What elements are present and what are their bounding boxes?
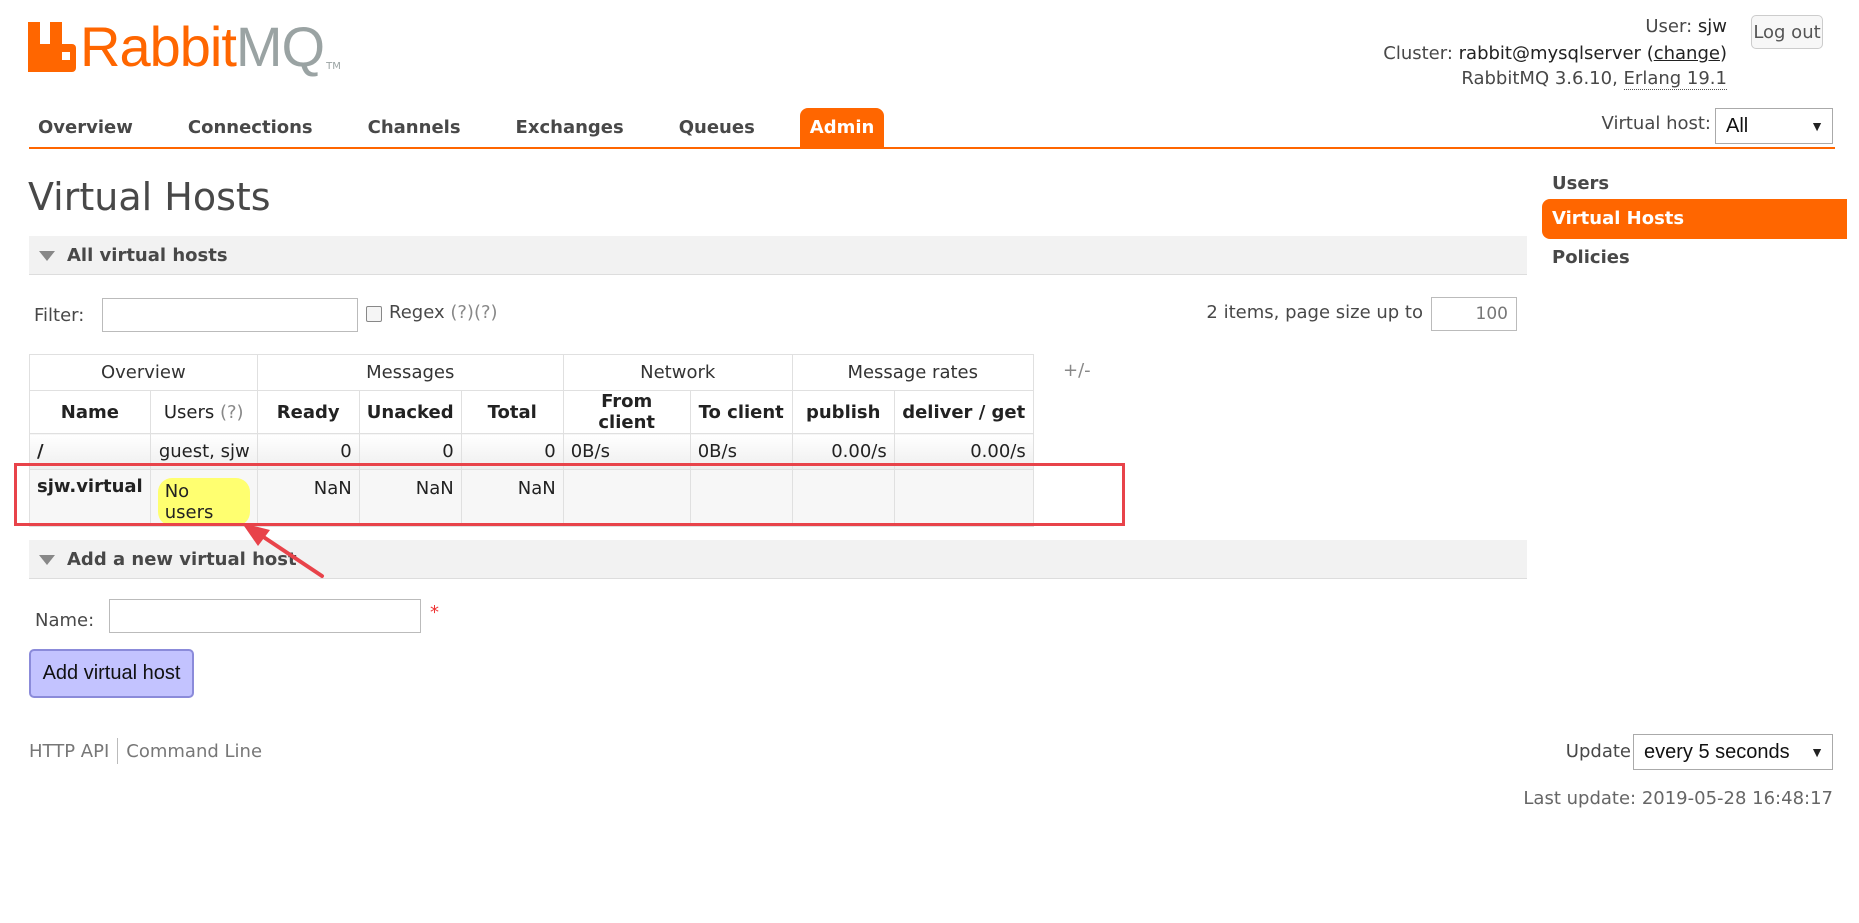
column-header-unacked[interactable]: Unacked [358, 390, 462, 434]
tab-queues[interactable]: Queues [669, 108, 765, 148]
column-header-users[interactable]: Users (?) [149, 390, 258, 434]
version-info: RabbitMQ 3.6.10, Erlang 19.1 [1461, 68, 1727, 90]
column-header-name[interactable]: Name [29, 390, 151, 434]
footer-divider [117, 738, 119, 764]
virtual-host-label: Virtual host: [1601, 113, 1711, 134]
cluster-info: Cluster: rabbit@mysqlserver (change) [1383, 43, 1727, 64]
tab-overview[interactable]: Overview [28, 108, 143, 148]
column-header-ready[interactable]: Ready [256, 390, 360, 434]
logout-button[interactable]: Log out [1751, 15, 1823, 49]
logo-text: RabbitMQ [80, 15, 325, 78]
regex-checkbox[interactable] [366, 306, 382, 322]
column-header-publish[interactable]: publish [791, 390, 895, 434]
command-line-link[interactable]: Command Line [126, 741, 262, 762]
group-header-overview: Overview [29, 354, 258, 391]
group-header-network: Network [562, 354, 793, 391]
tab-admin[interactable]: Admin [799, 108, 885, 148]
add-virtual-host-button[interactable]: Add virtual host [29, 649, 194, 698]
virtual-host-selected: All [1726, 114, 1749, 137]
sidebar-item-policies[interactable]: Policies [1542, 238, 1847, 278]
rabbit-logo-icon [28, 22, 76, 72]
http-api-link[interactable]: HTTP API [29, 741, 109, 762]
column-header-to-client[interactable]: To client [689, 390, 793, 434]
dropdown-arrow-icon: ▼ [1810, 744, 1824, 760]
column-header-total[interactable]: Total [460, 390, 564, 434]
cluster-name: rabbit@mysqlserver [1458, 43, 1641, 64]
vhost-name-input[interactable] [109, 599, 421, 633]
tab-exchanges[interactable]: Exchanges [506, 108, 634, 148]
cluster-change-link[interactable]: change [1654, 43, 1720, 64]
update-interval-selected: every 5 seconds [1644, 740, 1790, 763]
column-toggle-link[interactable]: +/- [1063, 360, 1091, 381]
filter-input[interactable] [102, 298, 358, 332]
items-count-text: 2 items, page size up to [1206, 302, 1423, 323]
sidebar-item-virtual-hosts[interactable]: Virtual Hosts [1542, 199, 1847, 239]
group-header-messages: Messages [256, 354, 564, 391]
last-update-text: Last update: 2019-05-28 16:48:17 [1523, 788, 1833, 809]
annotation-highlight-box [14, 463, 1125, 526]
filter-label: Filter: [34, 305, 85, 326]
footer-links: HTTP API Command Line [29, 738, 262, 764]
update-label: Update [1565, 741, 1631, 762]
page-title: Virtual Hosts [28, 175, 271, 219]
main-nav: Overview Connections Channels Exchanges … [28, 108, 885, 148]
tab-channels[interactable]: Channels [358, 108, 471, 148]
collapse-triangle-icon [39, 251, 55, 261]
all-vhosts-section-header[interactable]: All virtual hosts [29, 236, 1527, 275]
erlang-version: Erlang 19.1 [1623, 68, 1727, 90]
dropdown-arrow-icon: ▼ [1810, 118, 1824, 134]
user-value: sjw [1697, 16, 1727, 37]
annotation-arrow-icon [242, 523, 324, 578]
column-header-deliver-get[interactable]: deliver / get [893, 390, 1034, 434]
update-interval-select[interactable]: every 5 seconds ▼ [1633, 734, 1833, 770]
column-header-from-client[interactable]: From client [562, 390, 691, 434]
user-label: User: [1645, 16, 1693, 37]
regex-help-link[interactable]: (?)(?) [450, 302, 497, 323]
page-size-input[interactable]: 100 [1431, 297, 1517, 331]
tab-connections[interactable]: Connections [178, 108, 323, 148]
collapse-triangle-icon [39, 555, 55, 565]
section-title: All virtual hosts [67, 245, 228, 266]
rabbitmq-version: RabbitMQ 3.6.10, [1461, 68, 1618, 89]
rabbitmq-logo[interactable]: RabbitMQ TM [28, 14, 341, 78]
logo-trademark: TM [326, 61, 341, 72]
current-user: User: sjw [1645, 16, 1727, 37]
virtual-host-select[interactable]: All ▼ [1715, 108, 1833, 144]
cluster-label: Cluster: [1383, 43, 1453, 64]
required-indicator: * [430, 602, 439, 623]
users-help-link[interactable]: (?) [220, 402, 244, 423]
nav-underline [29, 147, 1835, 149]
sidebar-item-users[interactable]: Users [1542, 164, 1847, 204]
regex-label: Regex (?)(?) [389, 302, 498, 323]
group-header-message-rates: Message rates [791, 354, 1034, 391]
name-label: Name: [35, 610, 95, 631]
